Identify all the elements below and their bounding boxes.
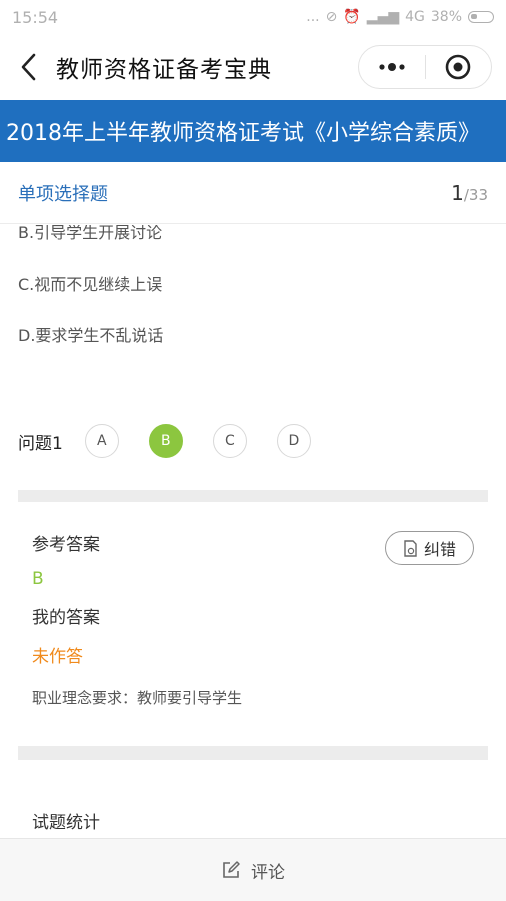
exam-title: 2018年上半年教师资格证考试《小学综合素质》 xyxy=(6,121,480,146)
mini-program-capsule xyxy=(358,45,492,89)
choice-c-button[interactable]: C xyxy=(212,424,247,458)
report-error-label: 纠错 xyxy=(423,540,456,559)
choice-d-button[interactable]: D xyxy=(276,424,311,458)
option-c-text: C.视而不见继续上误 xyxy=(18,275,163,294)
network-type: 4G xyxy=(405,9,425,25)
question-number-label: 问题1 xyxy=(18,433,63,454)
question-type-label: 单项选择题 xyxy=(18,183,108,205)
choice-a-button[interactable]: A xyxy=(84,424,119,458)
total-questions: /33 xyxy=(463,185,488,204)
question-counter: 1/33 xyxy=(451,181,488,205)
my-answer-value: 未作答 xyxy=(32,647,83,667)
close-mini-program-button[interactable] xyxy=(426,46,492,88)
signal-bars-icon: ▂▄▆ xyxy=(366,9,400,25)
question-header: 单项选择题 1/33 xyxy=(0,162,506,224)
reference-answer-value: B xyxy=(32,569,44,589)
answer-choice-row: 问题1 A B C D xyxy=(18,424,341,458)
option-b-text: B.引导学生开展讨论 xyxy=(18,225,163,242)
comment-bar[interactable]: 评论 xyxy=(0,838,506,901)
section-divider xyxy=(18,490,488,502)
exam-title-banner: 2018年上半年教师资格证考试《小学综合素质》 xyxy=(0,100,506,162)
alarm-icon: ⏰ xyxy=(343,9,361,25)
report-error-button[interactable]: 纠错 xyxy=(385,531,474,565)
section-divider-2 xyxy=(18,746,488,760)
question-content[interactable]: B.引导学生开展讨论 C.视而不见继续上误 D.要求学生不乱说话 问题1 A B… xyxy=(0,225,506,838)
choice-b-button[interactable]: B xyxy=(148,424,183,458)
answer-explanation: 职业理念要求：教师要引导学生 xyxy=(32,689,243,707)
signal-dots-icon: ... xyxy=(306,9,320,25)
more-dots-icon xyxy=(379,63,405,71)
status-icons: ... ⊘ ⏰ ▂▄▆ 4G 38% xyxy=(306,9,494,25)
page-title: 教师资格证备考宝典 xyxy=(56,57,272,83)
back-button[interactable] xyxy=(0,34,56,100)
report-doc-icon xyxy=(404,539,417,557)
statistics-section-title: 试题统计 xyxy=(32,813,100,833)
more-button[interactable] xyxy=(359,46,425,88)
edit-icon xyxy=(223,861,240,878)
option-d-text: D.要求学生不乱说话 xyxy=(18,326,164,345)
mute-icon: ⊘ xyxy=(325,9,338,25)
chevron-left-icon xyxy=(21,53,36,81)
battery-percent: 38% xyxy=(430,9,462,25)
current-question-number: 1 xyxy=(451,180,464,205)
my-answer-label: 我的答案 xyxy=(32,608,100,628)
nav-bar: 教师资格证备考宝典 xyxy=(0,34,506,100)
battery-icon xyxy=(468,11,494,23)
comment-label: 评论 xyxy=(251,862,285,883)
status-bar: 15:54 ... ⊘ ⏰ ▂▄▆ 4G 38% xyxy=(0,0,506,34)
target-close-icon xyxy=(445,54,471,80)
status-time: 15:54 xyxy=(12,7,59,27)
